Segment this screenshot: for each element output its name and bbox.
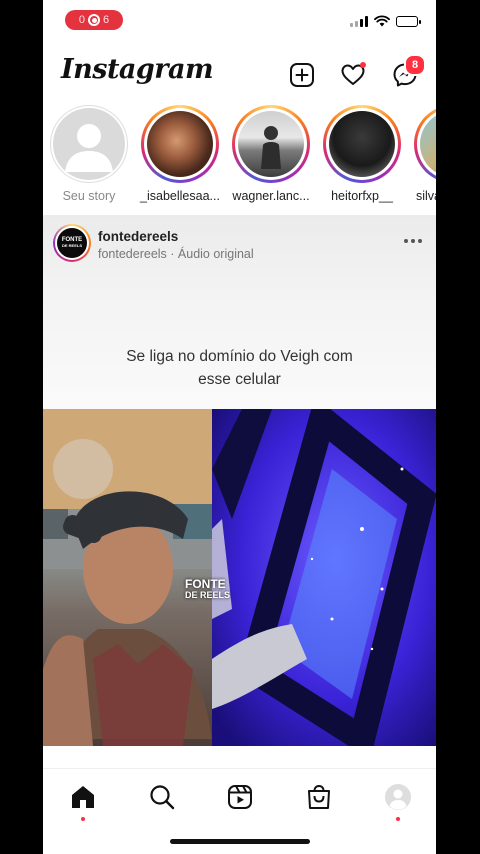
watermark-text: DE REELS	[185, 590, 231, 600]
stories-tray: Seu story _isabellesaa... wagner.lanc...	[43, 105, 436, 213]
post-audio-label[interactable]: fontedereels · Áudio original	[98, 247, 254, 261]
post-media[interactable]: FONTE DE REELS	[43, 409, 436, 746]
story-label: heitorfxp__	[331, 189, 393, 203]
nav-search[interactable]	[148, 783, 176, 811]
story-label: Seu story	[62, 189, 116, 203]
instagram-logo[interactable]: Instagram	[61, 54, 214, 85]
post-caption: Se liga no domínio do Veigh com esse cel…	[43, 345, 436, 391]
caption-line: Se liga no domínio do Veigh com	[126, 348, 353, 365]
story-item[interactable]: _isabellesaa...	[135, 105, 225, 203]
nav-reels[interactable]	[226, 783, 254, 811]
messages-button[interactable]: 8	[392, 54, 426, 88]
watermark-text: FONTE	[185, 577, 226, 591]
profile-avatar-icon	[385, 784, 411, 810]
phone-screen-photo	[212, 409, 436, 746]
recording-digit-left: 0	[78, 14, 85, 26]
shop-bag-icon	[308, 784, 330, 809]
watermark: FONTE DE REELS	[185, 577, 231, 601]
default-avatar-icon	[65, 124, 113, 172]
avatar	[147, 111, 213, 177]
avatar-logo-text: DE REELS	[61, 243, 82, 248]
story-label: _isabellesaa...	[140, 189, 220, 203]
battery-icon	[396, 15, 421, 27]
story-item[interactable]: wagner.lanc...	[226, 105, 316, 203]
avatar	[238, 111, 304, 177]
home-indicator[interactable]	[170, 839, 310, 844]
search-icon	[150, 785, 175, 810]
nav-shop[interactable]	[305, 783, 333, 811]
nav-profile[interactable]	[384, 783, 412, 821]
screen-recording-indicator[interactable]: 0 6	[65, 10, 123, 30]
profile-notification-dot	[396, 817, 400, 821]
notifications-button[interactable]	[340, 62, 366, 88]
feed-post: FONTE DE REELS fontedereels fontedereels…	[43, 215, 436, 746]
story-label: wagner.lanc...	[232, 189, 310, 203]
avatar	[420, 111, 436, 177]
story-own[interactable]: Seu story	[44, 105, 134, 203]
signal-icon	[350, 15, 368, 27]
active-indicator	[81, 817, 85, 821]
home-icon	[72, 786, 94, 808]
story-label: silva	[416, 189, 436, 203]
notification-dot	[360, 62, 366, 68]
avatar-photo	[261, 126, 281, 169]
avatar	[53, 108, 125, 180]
record-icon	[88, 14, 100, 26]
new-post-icon[interactable]	[289, 62, 315, 88]
avatar	[329, 111, 395, 177]
wifi-icon	[374, 15, 390, 27]
post-username[interactable]: fontedereels	[98, 229, 178, 244]
more-options-icon[interactable]	[404, 239, 422, 243]
system-icons	[350, 15, 421, 27]
story-item[interactable]: silva	[408, 105, 436, 203]
messages-badge: 8	[404, 54, 426, 76]
bottom-navigation	[43, 768, 436, 825]
caption-line: esse celular	[198, 371, 281, 388]
status-bar: 0 6	[43, 0, 436, 42]
reels-icon	[228, 785, 252, 809]
nav-home[interactable]	[69, 783, 97, 821]
post-author-avatar[interactable]: FONTE DE REELS	[53, 224, 91, 262]
phone-screen: 0 6 Instagram 8 Seu story _isabellesaa..…	[43, 0, 436, 854]
story-item[interactable]: heitorfxp__	[317, 105, 407, 203]
post-header-area: FONTE DE REELS fontedereels fontedereels…	[43, 215, 436, 410]
video-right-panel	[212, 409, 436, 746]
app-header: Instagram 8	[43, 50, 436, 100]
recording-digit-right: 6	[103, 14, 110, 26]
